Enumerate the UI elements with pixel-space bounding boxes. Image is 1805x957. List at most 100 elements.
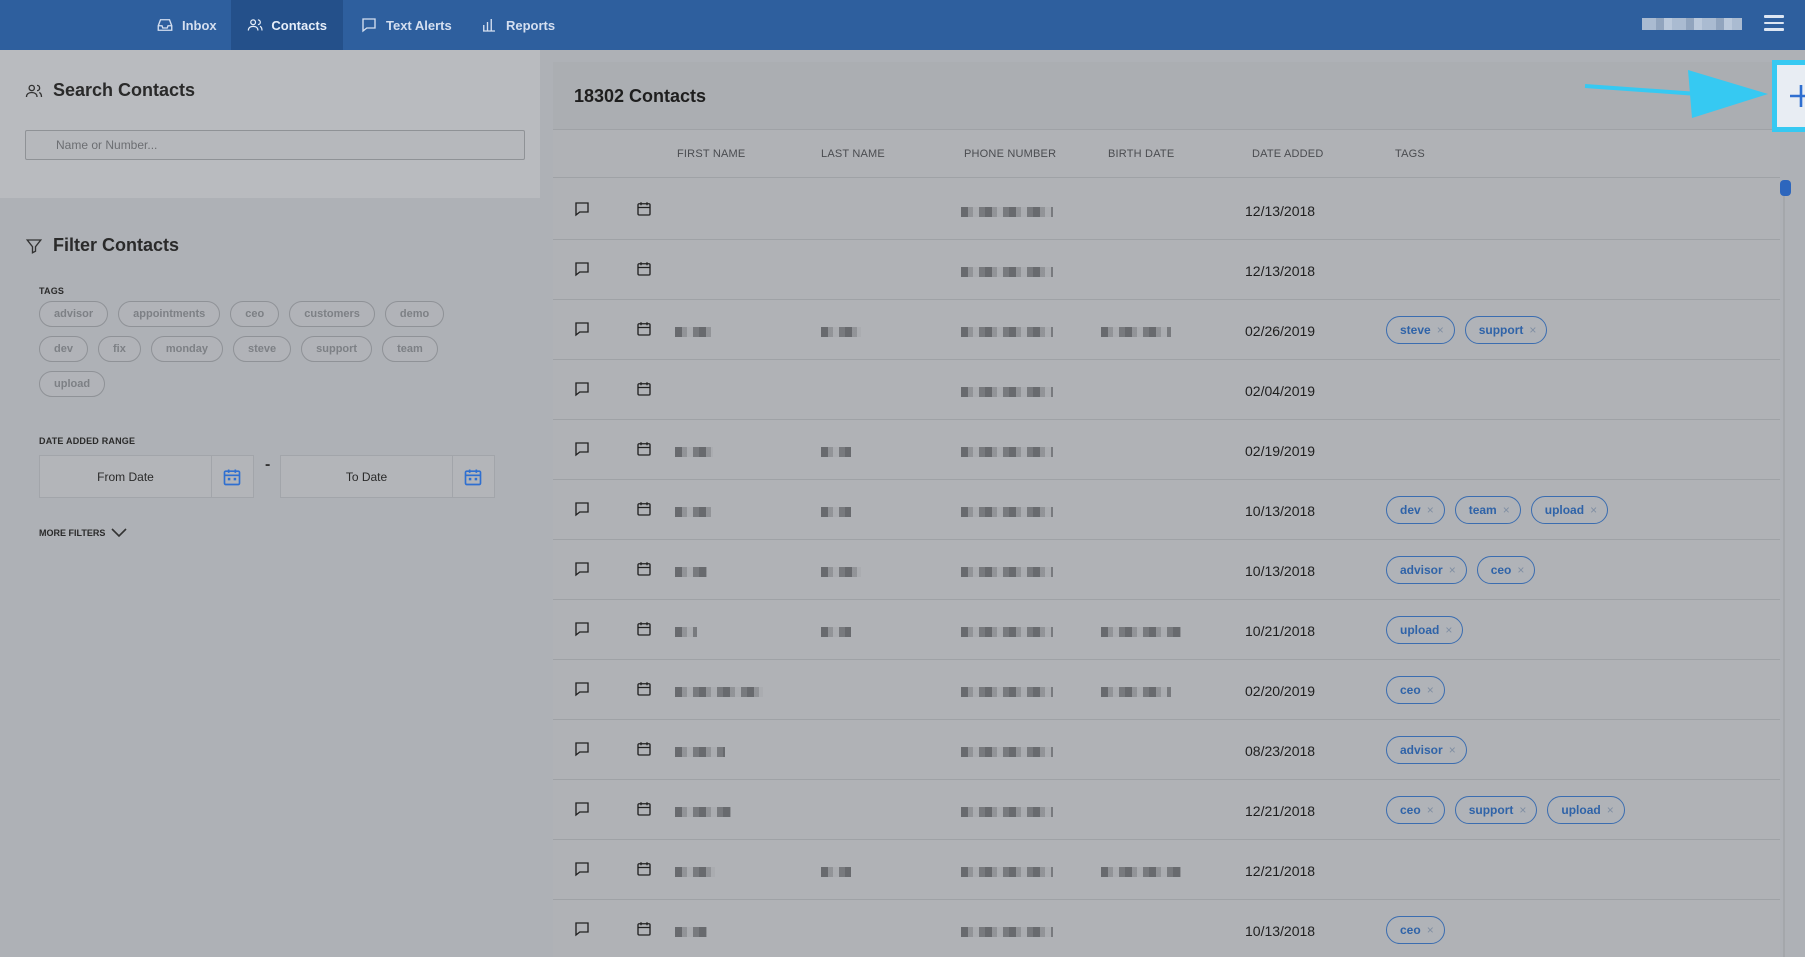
remove-tag-icon[interactable]: ×: [1427, 803, 1434, 817]
calendar-icon[interactable]: [635, 320, 653, 338]
tag-chip[interactable]: advisor ×: [1386, 736, 1467, 764]
remove-tag-icon[interactable]: ×: [1427, 683, 1434, 697]
tag-chip[interactable]: dev ×: [1386, 496, 1445, 524]
calendar-icon[interactable]: [635, 440, 653, 458]
tag-chip[interactable]: steve ×: [1386, 316, 1455, 344]
tag-filter-chip[interactable]: advisor: [39, 301, 109, 327]
table-row[interactable]: 12/13/2018: [553, 180, 1780, 240]
nav-reports[interactable]: Reports: [464, 0, 571, 50]
col-tags[interactable]: TAGS: [1395, 148, 1425, 160]
tag-filter-chip[interactable]: customers: [289, 301, 375, 327]
calendar-icon[interactable]: [635, 920, 653, 938]
remove-tag-icon[interactable]: ×: [1517, 563, 1524, 577]
tag-chip[interactable]: support ×: [1454, 796, 1538, 824]
nav-contacts[interactable]: Contacts: [231, 0, 343, 50]
tag-filter-chip[interactable]: upload: [39, 371, 106, 397]
more-filters-toggle[interactable]: MORE FILTERS: [39, 528, 127, 538]
calendar-icon[interactable]: [635, 260, 653, 278]
message-icon[interactable]: [573, 560, 591, 578]
col-first-name[interactable]: FIRST NAME: [677, 148, 745, 160]
tag-chip[interactable]: upload ×: [1530, 496, 1609, 524]
message-icon[interactable]: [573, 440, 591, 458]
add-contact-button[interactable]: [1772, 62, 1805, 130]
col-birth-date[interactable]: BIRTH DATE: [1108, 148, 1174, 160]
table-row[interactable]: 10/13/2018 advisor × ceo ×: [553, 540, 1780, 600]
tag-filter-chip[interactable]: appointments: [118, 301, 221, 327]
table-row[interactable]: 12/13/2018: [553, 240, 1780, 300]
tag-filter-chip[interactable]: team: [382, 336, 438, 362]
remove-tag-icon[interactable]: ×: [1437, 323, 1444, 337]
calendar-icon[interactable]: [635, 380, 653, 398]
to-date-field[interactable]: To Date: [280, 455, 495, 498]
table-row[interactable]: 02/20/2019 ceo ×: [553, 660, 1780, 720]
table-row[interactable]: 12/21/2018: [553, 840, 1780, 900]
remove-tag-icon[interactable]: ×: [1445, 623, 1452, 637]
calendar-icon[interactable]: [635, 560, 653, 578]
remove-tag-icon[interactable]: ×: [1529, 323, 1536, 337]
calendar-icon[interactable]: [635, 860, 653, 878]
calendar-icon[interactable]: [635, 740, 653, 758]
calendar-icon[interactable]: [453, 456, 493, 497]
table-row[interactable]: 10/13/2018 dev × team × upload ×: [553, 480, 1780, 540]
remove-tag-icon[interactable]: ×: [1590, 503, 1597, 517]
calendar-icon[interactable]: [635, 500, 653, 518]
tag-filter-chip[interactable]: fix: [97, 336, 141, 362]
table-row[interactable]: 02/26/2019 steve × support ×: [553, 300, 1780, 360]
message-icon[interactable]: [573, 800, 591, 818]
calendar-icon[interactable]: [635, 800, 653, 818]
remove-tag-icon[interactable]: ×: [1427, 503, 1434, 517]
tag-chip[interactable]: ceo ×: [1476, 556, 1536, 584]
tag-filter-chip[interactable]: monday: [150, 336, 223, 362]
message-icon[interactable]: [573, 680, 591, 698]
remove-tag-icon[interactable]: ×: [1449, 743, 1456, 757]
message-icon[interactable]: [573, 260, 591, 278]
remove-tag-icon[interactable]: ×: [1427, 923, 1434, 937]
from-date-field[interactable]: From Date: [39, 455, 254, 498]
tag-filter-chip[interactable]: support: [301, 336, 373, 362]
scrollbar-thumb[interactable]: [1780, 180, 1791, 196]
tag-chip[interactable]: ceo ×: [1386, 796, 1445, 824]
tag-filter-chip[interactable]: ceo: [230, 301, 280, 327]
remove-tag-icon[interactable]: ×: [1503, 503, 1510, 517]
message-icon[interactable]: [573, 200, 591, 218]
calendar-icon[interactable]: [212, 456, 252, 497]
tag-chip[interactable]: upload ×: [1386, 616, 1464, 644]
tag-chip[interactable]: ceo ×: [1386, 916, 1445, 944]
calendar-icon[interactable]: [635, 620, 653, 638]
col-last-name[interactable]: LAST NAME: [821, 148, 885, 160]
calendar-icon[interactable]: [635, 200, 653, 218]
remove-tag-icon[interactable]: ×: [1449, 563, 1456, 577]
message-icon[interactable]: [573, 320, 591, 338]
table-row[interactable]: 02/19/2019: [553, 420, 1780, 480]
nav-inbox[interactable]: Inbox: [140, 0, 233, 50]
col-date-added[interactable]: DATE ADDED: [1252, 148, 1323, 160]
tag-chip[interactable]: ceo ×: [1386, 676, 1445, 704]
tag-chip[interactable]: advisor ×: [1386, 556, 1467, 584]
tag-chip[interactable]: support ×: [1464, 316, 1548, 344]
message-icon[interactable]: [573, 920, 591, 938]
message-icon[interactable]: [573, 380, 591, 398]
nav-text-alerts[interactable]: Text Alerts: [344, 0, 468, 50]
tag-filter-chip[interactable]: demo: [384, 301, 445, 327]
message-icon[interactable]: [573, 860, 591, 878]
message-icon[interactable]: [573, 740, 591, 758]
search-input[interactable]: [25, 130, 525, 160]
scrollbar-track[interactable]: [1783, 196, 1785, 957]
tag-filter-chip[interactable]: steve: [233, 336, 292, 362]
tag-chip[interactable]: upload ×: [1547, 796, 1625, 824]
menu-icon[interactable]: [1764, 15, 1784, 31]
user-name-redacted[interactable]: [1642, 18, 1742, 30]
remove-tag-icon[interactable]: ×: [1607, 803, 1614, 817]
table-row[interactable]: 10/13/2018 ceo ×: [553, 900, 1780, 957]
message-icon[interactable]: [573, 620, 591, 638]
calendar-icon[interactable]: [635, 680, 653, 698]
table-row[interactable]: 10/21/2018 upload ×: [553, 600, 1780, 660]
remove-tag-icon[interactable]: ×: [1519, 803, 1526, 817]
message-icon[interactable]: [573, 500, 591, 518]
tag-filter-chip[interactable]: dev: [39, 336, 88, 362]
tag-chip[interactable]: team ×: [1454, 496, 1521, 524]
table-row[interactable]: 12/21/2018 ceo × support × upload ×: [553, 780, 1780, 840]
table-row[interactable]: 08/23/2018 advisor ×: [553, 720, 1780, 780]
table-row[interactable]: 02/04/2019: [553, 360, 1780, 420]
col-phone-number[interactable]: PHONE NUMBER: [964, 148, 1056, 160]
